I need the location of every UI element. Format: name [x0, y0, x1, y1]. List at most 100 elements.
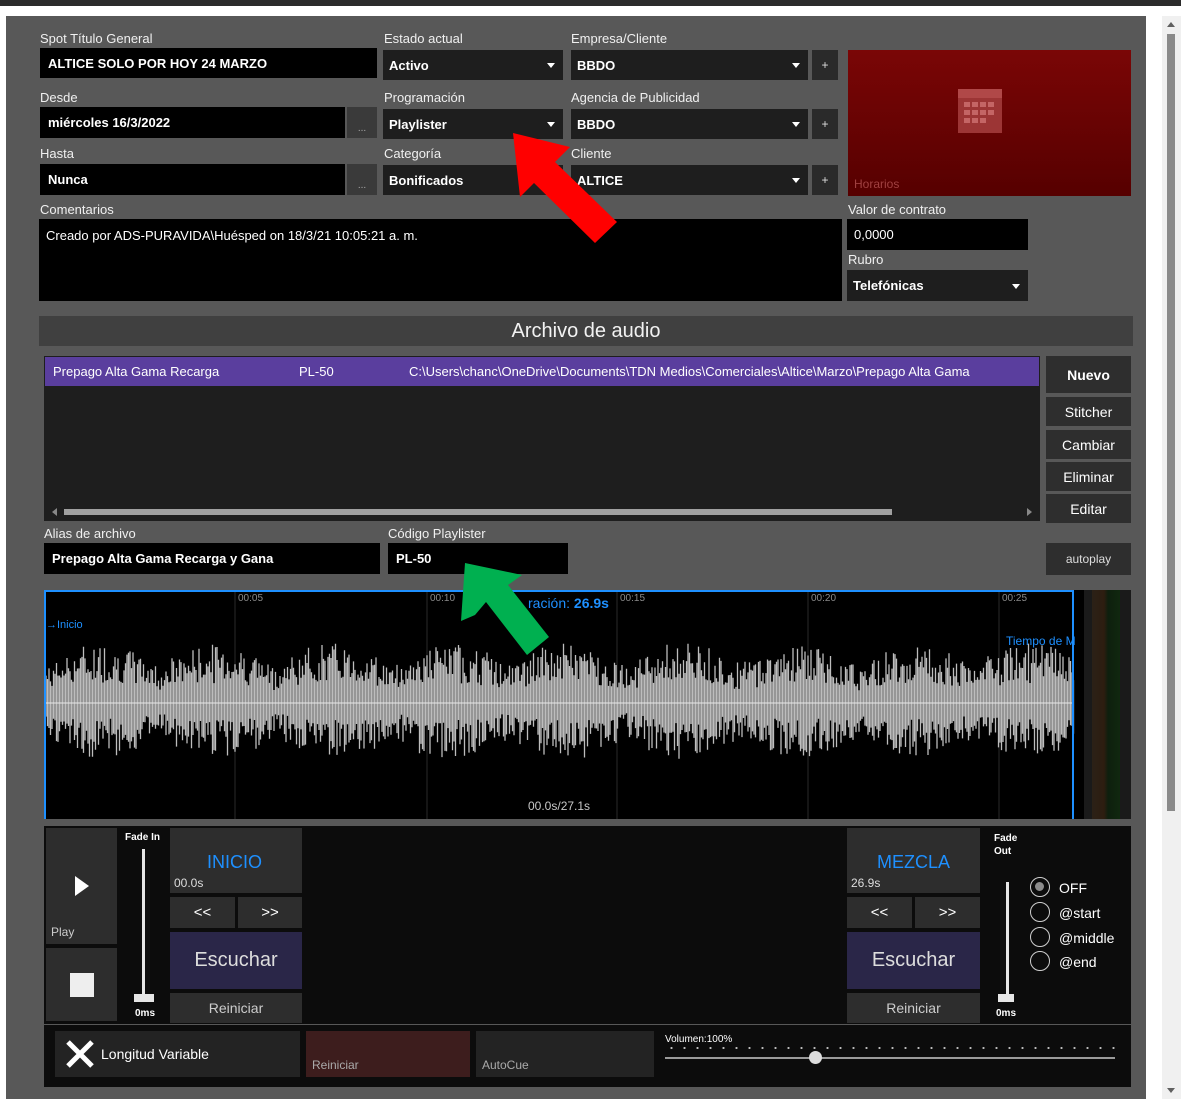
from-date-input[interactable]: miércoles 16/3/2022: [40, 107, 345, 138]
scroll-down-icon[interactable]: [1167, 1088, 1175, 1093]
scroll-right-icon[interactable]: [1027, 508, 1032, 516]
agency-label: Agencia de Publicidad: [571, 90, 700, 105]
waveform-svg: [44, 590, 1075, 819]
mix-next-button[interactable]: >>: [915, 897, 980, 928]
tick-label: 00:05: [238, 593, 264, 604]
fade-mode-option[interactable]: @middle: [1030, 927, 1125, 949]
contract-value-input[interactable]: 0,0000: [847, 219, 1028, 250]
schedule-label: Horarios: [854, 177, 900, 191]
variable-length-toggle[interactable]: Longitud Variable: [55, 1031, 300, 1077]
fade-in-slider[interactable]: [134, 849, 154, 1007]
stitcher-button[interactable]: Stitcher: [1046, 397, 1131, 426]
chevron-down-icon: [1012, 283, 1020, 289]
variable-length-label: Longitud Variable: [101, 1046, 209, 1062]
add-client-button[interactable]: +: [812, 165, 838, 195]
start-cue-button[interactable]: INICIO 00.0s: [170, 828, 302, 893]
add-agency-button[interactable]: +: [812, 109, 838, 139]
fade-option-label: @start: [1059, 905, 1101, 921]
fade-in-track: [142, 849, 145, 1001]
mix-reset-button[interactable]: Reiniciar: [847, 993, 980, 1023]
spot-title-input[interactable]: ALTICE SOLO POR HOY 24 MARZO: [40, 48, 377, 78]
waveform-display[interactable]: 00:05 00:10 00:15 00:20 00:25 →Inicio ra…: [44, 590, 1131, 819]
stop-button[interactable]: [46, 948, 117, 1021]
from-date-picker-button[interactable]: ...: [347, 107, 377, 138]
alias-label: Alias de archivo: [44, 526, 136, 541]
radio-icon: [1030, 951, 1050, 971]
add-company-button[interactable]: +: [812, 50, 838, 80]
alias-input[interactable]: Prepago Alta Gama Recarga y Gana: [44, 543, 380, 574]
fade-out-slider[interactable]: [998, 882, 1014, 1004]
volume-tick-row: [665, 1046, 1115, 1050]
chevron-down-icon: [792, 122, 800, 127]
chevron-down-icon: [792, 63, 800, 68]
company-value: BBDO: [577, 57, 616, 73]
tick-label: 00:15: [620, 593, 646, 604]
contract-value-label: Valor de contrato: [848, 202, 947, 217]
delete-file-button[interactable]: Eliminar: [1046, 462, 1131, 491]
comments-label: Comentarios: [40, 202, 114, 217]
category-value: Bonificados: [389, 172, 464, 188]
change-file-button[interactable]: Cambiar: [1046, 430, 1131, 459]
volume-thumb[interactable]: [809, 1051, 822, 1064]
radio-icon: [1030, 902, 1050, 922]
reset-all-label: Reiniciar: [312, 1058, 359, 1072]
programming-value: Playlister: [389, 116, 447, 132]
autocue-button[interactable]: AutoCue: [476, 1031, 654, 1077]
start-prev-button[interactable]: <<: [170, 897, 235, 928]
audio-file-list[interactable]: Prepago Alta Gama Recarga PL-50 C:\Users…: [44, 356, 1040, 521]
fade-out-thumb[interactable]: [998, 994, 1014, 1002]
mix-prev-button[interactable]: <<: [847, 897, 912, 928]
until-date-picker-button[interactable]: ...: [347, 164, 377, 195]
horizontal-scrollbar[interactable]: [44, 504, 1040, 520]
rubro-select[interactable]: Telefónicas: [847, 270, 1028, 301]
close-x-icon: [66, 1040, 94, 1068]
until-label: Hasta: [40, 146, 74, 161]
start-cue-time: 00.0s: [174, 876, 204, 890]
start-listen-button[interactable]: Escuchar: [170, 932, 302, 989]
vertical-scrollbar[interactable]: [1162, 16, 1181, 1099]
fade-mode-option[interactable]: OFF: [1030, 877, 1125, 899]
status-select[interactable]: Activo: [383, 50, 563, 80]
comments-textarea[interactable]: Creado por ADS-PURAVIDA\Huésped on 18/3/…: [39, 219, 842, 301]
new-file-button[interactable]: Nuevo: [1046, 356, 1131, 393]
mix-cue-time: 26.9s: [851, 876, 881, 890]
start-cue-title: INICIO: [207, 852, 263, 872]
radio-icon: [1030, 927, 1050, 947]
scrollbar-thumb[interactable]: [1167, 34, 1175, 811]
reset-all-button[interactable]: Reiniciar: [306, 1031, 470, 1077]
fade-in-label: Fade In: [125, 832, 161, 843]
stop-icon: [69, 972, 94, 997]
scroll-up-icon[interactable]: [1167, 22, 1175, 27]
list-item[interactable]: Prepago Alta Gama Recarga PL-50 C:\Users…: [45, 357, 1039, 386]
mix-cue-button[interactable]: MEZCLA 26.9s: [847, 828, 980, 893]
fade-out-label: Fade Out: [994, 833, 1018, 857]
fade-option-label: OFF: [1059, 880, 1087, 896]
chevron-down-icon: [792, 178, 800, 183]
edit-file-button[interactable]: Editar: [1046, 494, 1131, 523]
status-label: Estado actual: [384, 31, 463, 46]
company-select[interactable]: BBDO: [571, 50, 808, 80]
fade-mode-option[interactable]: @end: [1030, 951, 1125, 973]
file-code-cell: PL-50: [299, 364, 334, 379]
scroll-left-icon[interactable]: [52, 508, 57, 516]
volume-label: Volumen:100%: [665, 1034, 733, 1045]
volume-slider[interactable]: [665, 1046, 1115, 1066]
spot-title-label: Spot Título General: [40, 31, 153, 46]
autoplay-button[interactable]: autoplay: [1046, 543, 1131, 575]
start-next-button[interactable]: >>: [238, 897, 302, 928]
schedule-tile[interactable]: Horarios: [848, 50, 1131, 196]
mix-cue-title: MEZCLA: [877, 852, 951, 872]
radio-icon: [1030, 877, 1050, 897]
file-name-cell: Prepago Alta Gama Recarga: [53, 364, 220, 379]
red-arrow-annotation: [513, 133, 617, 243]
mix-listen-button[interactable]: Escuchar: [847, 932, 980, 989]
fade-mode-option[interactable]: @start: [1030, 902, 1125, 924]
play-icon: [75, 876, 89, 896]
until-date-input[interactable]: Nunca: [40, 164, 345, 195]
fade-in-thumb[interactable]: [134, 994, 154, 1002]
play-button[interactable]: Play: [46, 828, 117, 944]
audio-section-header: Archivo de audio: [39, 316, 1133, 346]
start-reset-button[interactable]: Reiniciar: [170, 993, 302, 1023]
fade-out-track: [1006, 882, 1009, 1000]
scrollbar-thumb[interactable]: [64, 509, 892, 515]
